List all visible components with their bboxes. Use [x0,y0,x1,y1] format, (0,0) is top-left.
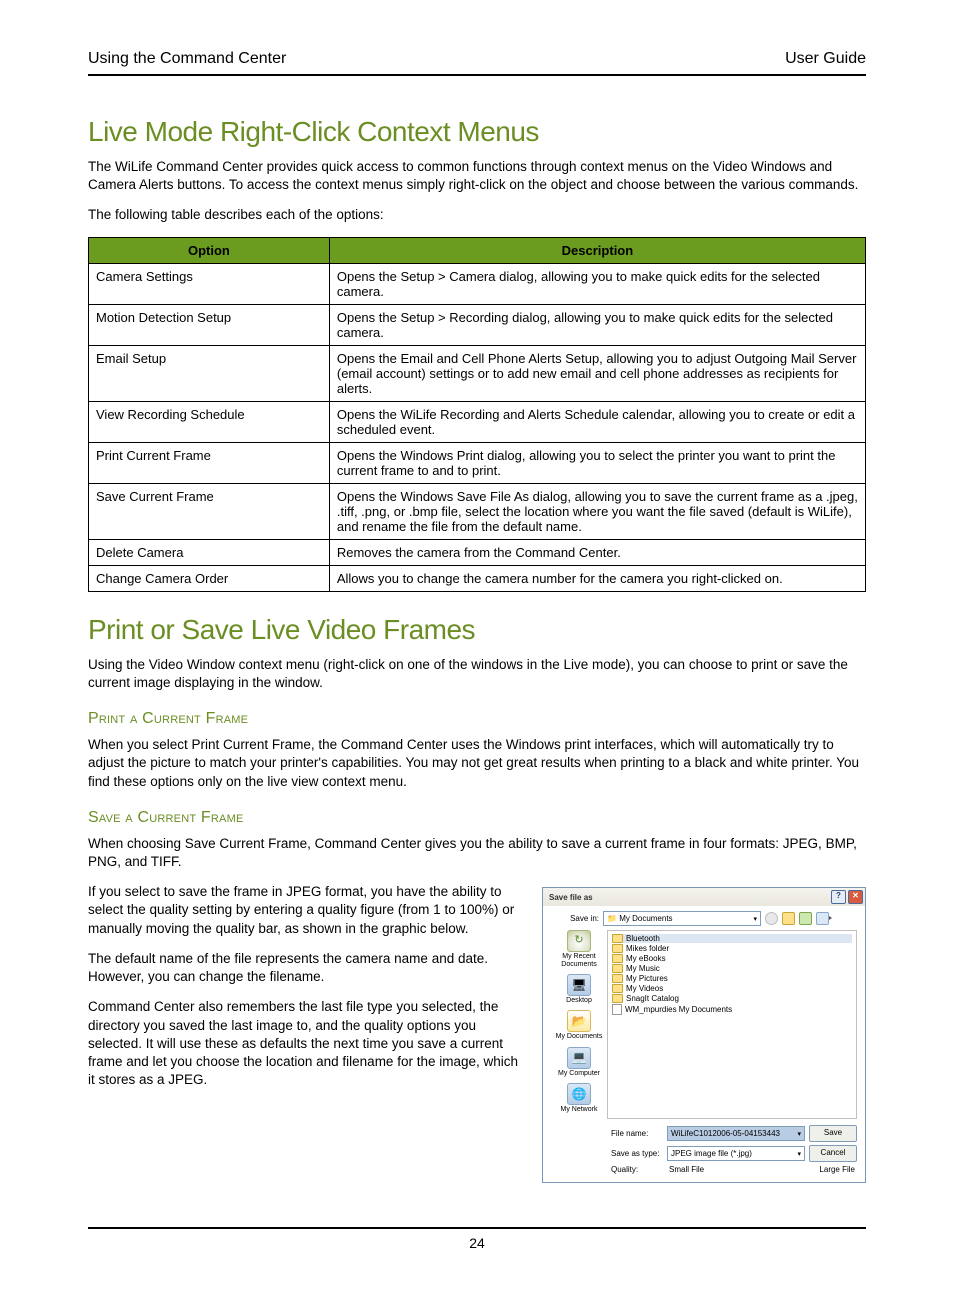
page-number: 24 [469,1235,485,1251]
page-header: Using the Command Center User Guide [88,50,866,76]
th-description: Description [329,237,865,263]
save-as-type-field[interactable]: JPEG image file (*.jpg)▾ [667,1146,805,1161]
section-title-live-mode: Live Mode Right-Click Context Menus [88,116,866,148]
table-row: Delete CameraRemoves the camera from the… [89,539,866,565]
dialog-title: Save file as [549,893,593,902]
table-row: Change Camera OrderAllows you to change … [89,565,866,591]
save-in-combo[interactable]: 📁 My Documents▾ [603,911,761,926]
new-folder-icon[interactable] [799,912,812,925]
place-mydocs[interactable]: My Documents [551,1010,607,1040]
table-row: Save Current FrameOpens the Windows Save… [89,483,866,539]
place-desktop[interactable]: Desktop [551,974,607,1004]
close-icon[interactable]: ✕ [848,890,863,904]
subhead-print: Print a Current Frame [88,710,866,728]
print-body: When you select Print Current Frame, the… [88,736,866,791]
save-in-label: Save in: [551,914,599,923]
quality-label: Quality: [611,1165,663,1174]
th-option: Option [89,237,330,263]
save-button[interactable]: Save [809,1125,857,1142]
save-as-type-label: Save as type: [611,1149,663,1158]
large-file-label: Large File [819,1165,855,1174]
table-row: Email SetupOpens the Email and Cell Phon… [89,345,866,401]
cancel-button[interactable]: Cancel [809,1145,857,1162]
save-dialog-screenshot: Save file as ? ✕ Save in: 📁 My Documents… [542,887,866,1183]
place-mycomp[interactable]: My Computer [551,1047,607,1077]
subhead-save: Save a Current Frame [88,809,866,827]
options-table: Option Description Camera SettingsOpens … [88,237,866,592]
small-file-label: Small File [669,1165,704,1174]
section1-lead: The following table describes each of th… [88,206,866,224]
table-row: Motion Detection SetupOpens the Setup > … [89,304,866,345]
section2-intro: Using the Video Window context menu (rig… [88,656,866,692]
header-left: Using the Command Center [88,50,286,68]
place-mynet[interactable]: My Network [551,1083,607,1113]
save-p1: When choosing Save Current Frame, Comman… [88,835,866,871]
file-list[interactable]: Bluetooth Mikes folder My eBooks My Musi… [607,930,857,1119]
file-name-field[interactable]: WiLifeC1012006-05-04153443▾ [667,1126,805,1141]
place-recent[interactable]: My Recent Documents [551,930,607,968]
up-folder-icon[interactable] [782,912,795,925]
file-name-label: File name: [611,1129,663,1138]
back-icon[interactable] [765,912,778,925]
section-title-print-save: Print or Save Live Video Frames [88,614,866,646]
table-row: Print Current FrameOpens the Windows Pri… [89,442,866,483]
view-menu-icon[interactable] [816,912,829,925]
table-row: Camera SettingsOpens the Setup > Camera … [89,263,866,304]
table-row: View Recording ScheduleOpens the WiLife … [89,401,866,442]
help-icon[interactable]: ? [831,890,846,904]
header-right: User Guide [785,50,866,68]
section1-intro: The WiLife Command Center provides quick… [88,158,866,194]
